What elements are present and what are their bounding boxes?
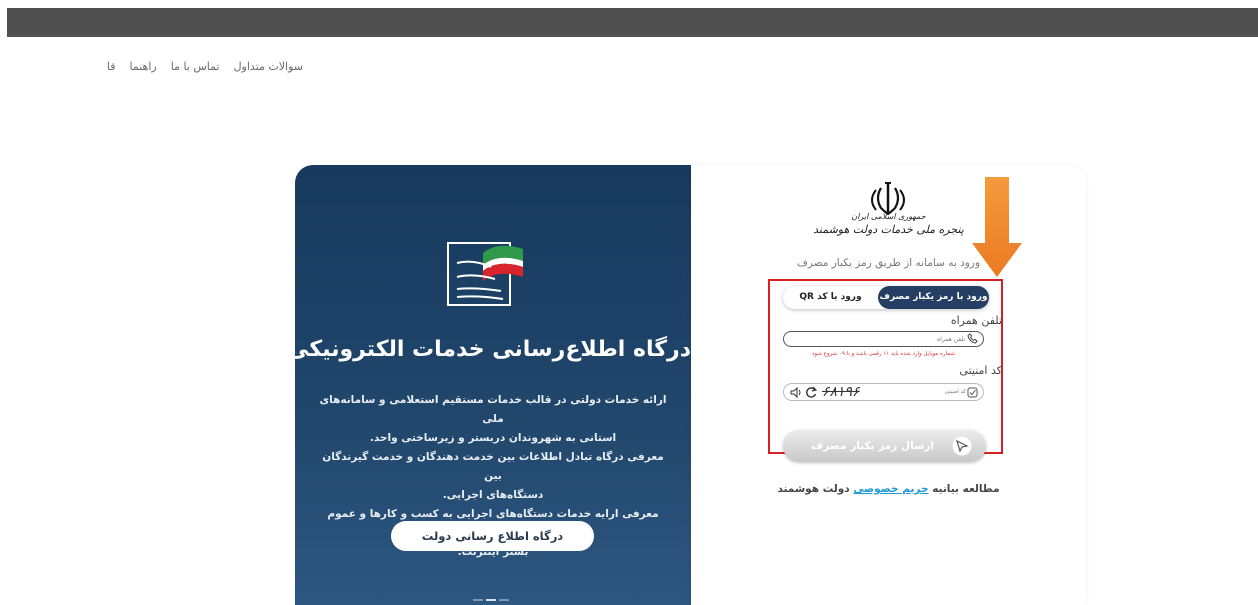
phone-validation-hint: شماره موبایل وارد شده باید ۱۱ رقمی باشد … bbox=[812, 351, 955, 357]
checkbox-shield-icon bbox=[967, 387, 978, 398]
speaker-icon[interactable] bbox=[790, 387, 802, 398]
login-card: درگاه اطلاع‌رسانی خدمات الکترونیکی دولت … bbox=[295, 165, 1086, 605]
arrow-down-icon bbox=[972, 177, 1022, 277]
send-otp-label: ارسال رمز یکبار مصرف bbox=[811, 440, 934, 452]
logo-line-country: جمهوری اسلامی ایران bbox=[851, 212, 926, 221]
privacy-link[interactable]: حریم خصوصی bbox=[853, 483, 928, 495]
tab-qr-login[interactable]: ورود با کد QR bbox=[783, 286, 878, 309]
description-line: ارائه خدمات دولتی در قالب خدمات مستقیم ا… bbox=[319, 394, 667, 425]
logo-line-portal: پنجره ملی خدمات دولت هوشمند bbox=[813, 223, 964, 236]
captcha-label: کد امنیتی bbox=[959, 364, 1002, 377]
description-line: استانی به شهروندان دربستر و زیرساختی واح… bbox=[369, 432, 617, 444]
privacy-statement: مطالعه بیانیه حریم خصوصی دولت هوشمند bbox=[691, 483, 1086, 495]
captcha-image: ۶۸۱۹۶ bbox=[822, 384, 860, 400]
login-panel: جمهوری اسلامی ایران پنجره ملی خدمات دولت… bbox=[691, 165, 1086, 605]
privacy-suffix: دولت هوشمند bbox=[777, 483, 850, 495]
top-bar bbox=[7, 8, 1258, 37]
description-line: دستگاه‌های اجرایی. bbox=[442, 489, 544, 501]
top-navigation: سوالات متداول تماس با ما راهنما فا bbox=[107, 60, 303, 73]
pager-dot[interactable] bbox=[473, 599, 483, 601]
pager-dot[interactable] bbox=[499, 599, 509, 601]
phone-field bbox=[783, 331, 984, 347]
info-panel: درگاه اطلاع‌رسانی خدمات الکترونیکی دولت … bbox=[295, 165, 691, 605]
ministry-logo-icon bbox=[447, 242, 523, 306]
phone-input[interactable] bbox=[790, 333, 965, 345]
pager-dot-active[interactable] bbox=[486, 599, 496, 601]
phone-icon bbox=[967, 333, 978, 344]
send-cursor-icon bbox=[952, 436, 972, 456]
gov-portal-button[interactable]: درگاه اطلاع رسانی دولت bbox=[391, 521, 594, 551]
description-line: معرفی درگاه تبادل اطلاعات بین خدمت دهندگ… bbox=[322, 451, 664, 482]
nav-contact-link[interactable]: تماس با ما bbox=[171, 60, 220, 73]
nav-language-link[interactable]: فا bbox=[107, 60, 116, 73]
login-subtitle: ورود به سامانه از طریق رمز یکبار مصرف bbox=[796, 257, 981, 269]
captcha-input[interactable] bbox=[900, 386, 966, 398]
slider-pager bbox=[473, 599, 509, 601]
login-method-tabs: ورود با کد QR ورود با رمز یکبار مصرف bbox=[783, 286, 989, 309]
nav-guide-link[interactable]: راهنما bbox=[130, 60, 157, 73]
privacy-prefix: مطالعه بیانیه bbox=[932, 483, 1000, 495]
captcha-field: ۶۸۱۹۶ bbox=[783, 383, 984, 401]
phone-label: تلفن همراه bbox=[950, 314, 1002, 327]
refresh-icon[interactable] bbox=[805, 386, 817, 399]
tab-otp-login[interactable]: ورود با رمز یکبار مصرف bbox=[878, 286, 989, 309]
send-otp-button[interactable]: ارسال رمز یکبار مصرف bbox=[783, 430, 986, 462]
nav-faq-link[interactable]: سوالات متداول bbox=[234, 60, 303, 73]
portal-title: درگاه اطلاع‌رسانی خدمات الکترونیکی دولت bbox=[295, 337, 691, 362]
